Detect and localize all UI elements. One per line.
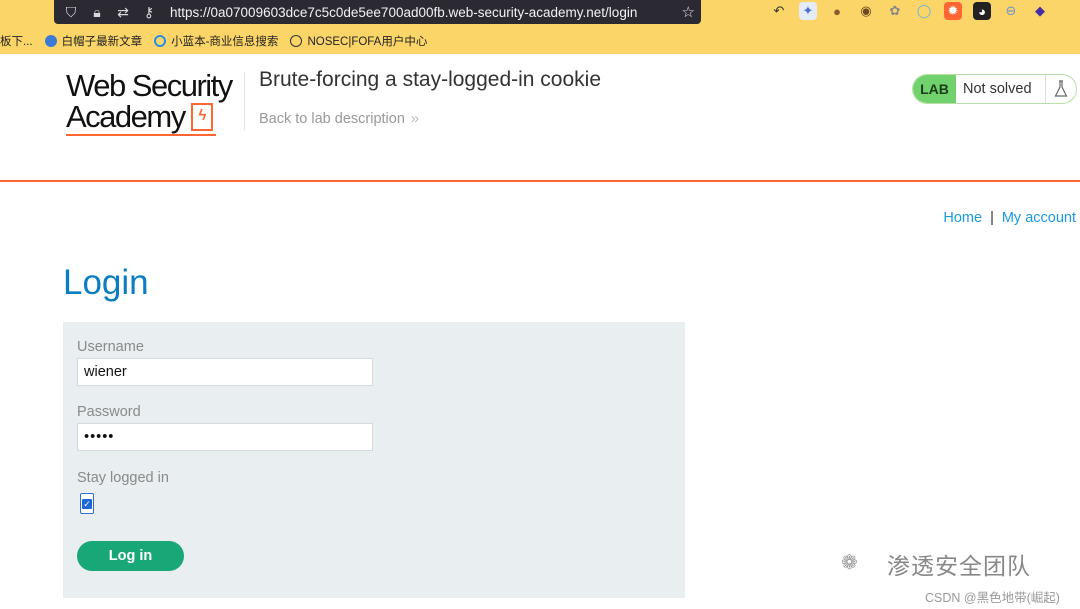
stay-logged-in-checkbox[interactable]: ✓ [80, 493, 94, 514]
extension-icons: ↶ ✦ ● ◉ ✿ ◯ ✹ ◕ ⊖ ◆ [770, 2, 1049, 20]
bookmarks-bar: 板下... 白帽子最新文章 小蓝本-商业信息搜索 NOSEC|FOFA用户中心 [0, 30, 439, 52]
bookmark-item[interactable]: 小蓝本-商业信息搜索 [154, 33, 278, 49]
bookmark-label: 白帽子最新文章 [61, 36, 143, 48]
address-bar[interactable]: ⛉ 🔒︎ ⇄ ⚷ https://0a07009603dce7c5c0de5ee… [54, 0, 701, 24]
logo-underline [66, 134, 216, 136]
extension-icon[interactable]: ◆ [1031, 2, 1049, 20]
bookmark-star-icon[interactable]: ☆ [682, 3, 695, 21]
bookmark-favicon-icon [154, 35, 167, 47]
back-arrow-icon[interactable]: ↶ [770, 2, 788, 20]
shield-icon[interactable]: ⛉ [62, 4, 80, 21]
bookmark-item[interactable]: 板下... [0, 33, 33, 49]
password-label: Password [77, 404, 141, 420]
top-nav: Home | My account [943, 210, 1076, 226]
bookmark-item[interactable]: NOSEC|FOFA用户中心 [290, 33, 427, 49]
page-title: Login [63, 263, 149, 302]
bookmark-item[interactable]: 白帽子最新文章 [44, 33, 143, 49]
key-icon[interactable]: ⚷ [140, 4, 158, 21]
cookie-icon[interactable]: ● [828, 2, 846, 20]
password-input[interactable]: ••••• [77, 423, 373, 451]
extension-icon[interactable]: ✦ [799, 2, 817, 20]
my-account-link[interactable]: My account [1002, 210, 1076, 226]
username-input[interactable] [77, 358, 373, 386]
lab-status-widget: LAB Not solved [912, 74, 1077, 104]
header-divider [244, 72, 245, 130]
extension-icon[interactable]: ◯ [915, 2, 933, 20]
bookmark-favicon-icon [44, 35, 57, 47]
back-link-label: Back to lab description [259, 111, 405, 127]
wechat-watermark-icon: ❁ [841, 552, 858, 574]
globe-icon [290, 35, 303, 47]
lock-icon[interactable]: 🔒︎ [88, 4, 106, 21]
bookmark-label: 板下... [0, 36, 33, 48]
permissions-icon[interactable]: ⇄ [114, 4, 132, 21]
extension-icon[interactable]: ◕ [973, 2, 991, 20]
login-button[interactable]: Log in [77, 541, 184, 571]
stay-logged-in-label: Stay logged in [77, 470, 169, 486]
cookie-editor-icon[interactable]: ◉ [857, 2, 875, 20]
browser-toolbar: ⛉ 🔒︎ ⇄ ⚷ https://0a07009603dce7c5c0de5ee… [0, 0, 1080, 54]
lightning-bolt-icon: ϟ [190, 102, 213, 131]
lab-status-text: Not solved [963, 81, 1032, 97]
back-to-lab-link[interactable]: Back to lab description » [259, 111, 419, 127]
logo-academy-text: Academy [66, 99, 186, 134]
bookmark-label: 小蓝本-商业信息搜索 [171, 36, 279, 48]
logo-text-line2: Academy ϟ [66, 101, 244, 132]
watermark-text: 渗透安全团队 [887, 553, 1031, 579]
lab-title: Brute-forcing a stay-logged-in cookie [259, 68, 602, 91]
checkmark-icon: ✓ [82, 498, 92, 509]
burp-icon[interactable]: ✹ [944, 2, 962, 20]
csdn-watermark: CSDN @黑色地带(崛起) [925, 591, 1060, 605]
toggle-icon[interactable]: ⊖ [1002, 2, 1020, 20]
url-text[interactable]: https://0a07009603dce7c5c0de5ee700ad00fb… [170, 5, 637, 20]
header-rule [0, 180, 1080, 182]
login-form: Username Password ••••• Stay logged in ✓… [63, 322, 685, 598]
academy-logo[interactable]: Web Security Academy ϟ [66, 70, 244, 136]
lab-badge: LAB [913, 75, 956, 103]
extension-icon[interactable]: ✿ [886, 2, 904, 20]
nav-separator: | [990, 210, 994, 226]
double-chevron-icon: » [410, 111, 419, 127]
logo-text-line1: Web Security [66, 68, 233, 103]
bookmark-label: NOSEC|FOFA用户中心 [307, 36, 428, 48]
home-link[interactable]: Home [943, 210, 982, 226]
username-label: Username [77, 339, 144, 355]
flask-icon [1045, 75, 1076, 103]
